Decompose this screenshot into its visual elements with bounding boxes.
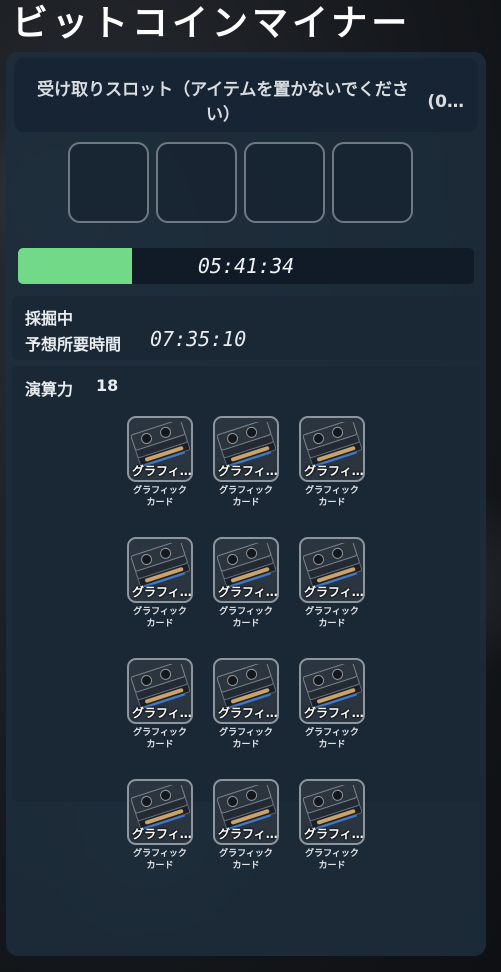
- receive-slot[interactable]: [332, 142, 413, 223]
- graphics-card-item[interactable]: グラフィ… グラフィック カード: [212, 658, 280, 751]
- item-name: グラフィック カード: [305, 728, 359, 750]
- graphics-card-icon[interactable]: グラフィ…: [213, 416, 279, 482]
- graphics-card-icon[interactable]: グラフィ…: [299, 537, 365, 603]
- graphics-card-item[interactable]: グラフィ… グラフィック カード: [212, 779, 280, 872]
- item-name: グラフィック カード: [219, 849, 273, 871]
- miner-panel: 受け取りスロット（アイテムを置かないでください） (0… 05:41:34 採掘…: [6, 52, 486, 956]
- item-short-label: グラフィ…: [304, 585, 364, 599]
- item-name: グラフィック カード: [305, 849, 359, 871]
- graphics-card-item[interactable]: グラフィ… グラフィック カード: [126, 779, 194, 872]
- mining-progress-bar: 05:41:34: [18, 248, 474, 284]
- eta-time: 07:35:10: [150, 327, 247, 351]
- item-short-label: グラフィ…: [304, 706, 364, 720]
- graphics-card-item[interactable]: グラフィ… グラフィック カード: [126, 537, 194, 630]
- item-short-label: グラフィ…: [132, 464, 192, 478]
- graphics-card-icon[interactable]: グラフィ…: [127, 416, 193, 482]
- graphics-card-icon[interactable]: グラフィ…: [213, 779, 279, 845]
- receive-slot-header: 受け取りスロット（アイテムを置かないでください） (0…: [14, 58, 478, 132]
- graphics-card-item[interactable]: グラフィ… グラフィック カード: [298, 658, 366, 751]
- graphics-card-icon[interactable]: グラフィ…: [127, 537, 193, 603]
- graphics-card-icon[interactable]: グラフィ…: [299, 658, 365, 724]
- receive-slot-count: (0…: [427, 92, 464, 112]
- item-name: グラフィック カード: [305, 607, 359, 629]
- eta-label: 予想所要時間: [25, 335, 122, 354]
- graphics-card-icon[interactable]: グラフィ…: [127, 779, 193, 845]
- computing-power-box: 演算力 18 グラフィ… グラフィック カード グラフィ… グラフィック カード グ…: [12, 366, 480, 871]
- graphics-card-item[interactable]: グラフィ… グラフィック カード: [126, 658, 194, 751]
- graphics-card-item[interactable]: グラフィ… グラフィック カード: [298, 416, 366, 509]
- graphics-card-icon[interactable]: グラフィ…: [127, 658, 193, 724]
- receive-slot-label: 受け取りスロット（アイテムを置かないでください）: [37, 80, 409, 125]
- item-grid: グラフィ… グラフィック カード グラフィ… グラフィック カード グラフィ… グラフ…: [126, 416, 366, 872]
- graphics-card-icon[interactable]: グラフィ…: [213, 537, 279, 603]
- item-short-label: グラフィ…: [218, 827, 278, 841]
- item-name: グラフィック カード: [133, 486, 187, 508]
- item-short-label: グラフィ…: [304, 464, 364, 478]
- page-title: ビットコインマイナー: [12, 3, 412, 44]
- item-short-label: グラフィ…: [132, 585, 192, 599]
- receive-slot[interactable]: [68, 142, 149, 223]
- item-name: グラフィック カード: [219, 607, 273, 629]
- graphics-card-item[interactable]: グラフィ… グラフィック カード: [212, 537, 280, 630]
- item-short-label: グラフィ…: [132, 827, 192, 841]
- item-name: グラフィック カード: [305, 486, 359, 508]
- item-short-label: グラフィ…: [304, 827, 364, 841]
- item-short-label: グラフィ…: [218, 706, 278, 720]
- power-value: 18: [96, 376, 119, 395]
- status-text: 採掘中: [25, 309, 74, 328]
- graphics-card-icon[interactable]: グラフィ…: [299, 779, 365, 845]
- item-name: グラフィック カード: [133, 849, 187, 871]
- power-label: 演算力: [25, 380, 74, 399]
- receive-slot[interactable]: [244, 142, 325, 223]
- item-name: グラフィック カード: [219, 486, 273, 508]
- item-name: グラフィック カード: [219, 728, 273, 750]
- progress-time: 05:41:34: [197, 254, 295, 278]
- item-name: グラフィック カード: [133, 728, 187, 750]
- receive-slots: [68, 142, 413, 223]
- graphics-card-item[interactable]: グラフィ… グラフィック カード: [126, 416, 194, 509]
- item-short-label: グラフィ…: [218, 464, 278, 478]
- item-short-label: グラフィ…: [218, 585, 278, 599]
- graphics-card-icon[interactable]: グラフィ…: [299, 416, 365, 482]
- graphics-card-item[interactable]: グラフィ… グラフィック カード: [212, 416, 280, 509]
- receive-slot[interactable]: [156, 142, 237, 223]
- item-name: グラフィック カード: [133, 607, 187, 629]
- graphics-card-icon[interactable]: グラフィ…: [213, 658, 279, 724]
- graphics-card-item[interactable]: グラフィ… グラフィック カード: [298, 779, 366, 872]
- status-box: 採掘中 予想所要時間 07:35:10: [12, 296, 480, 360]
- item-short-label: グラフィ…: [132, 706, 192, 720]
- graphics-card-item[interactable]: グラフィ… グラフィック カード: [298, 537, 366, 630]
